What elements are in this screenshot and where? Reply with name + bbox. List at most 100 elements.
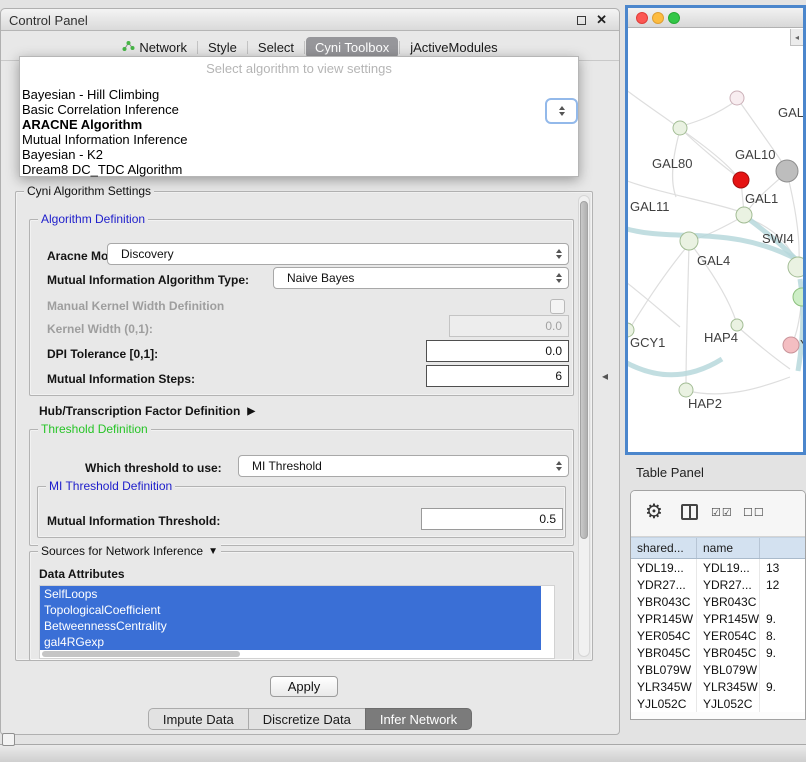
network-node[interactable] — [673, 121, 687, 135]
table-cell[interactable]: YER054C — [697, 627, 760, 644]
table-cell[interactable]: 8. — [760, 627, 806, 644]
algorithm-option[interactable]: ARACNE Algorithm — [20, 117, 578, 132]
table-cell[interactable]: YDL19... — [697, 559, 760, 576]
attribute-item[interactable]: BetweennessCentrality — [40, 618, 541, 634]
algorithm-option[interactable]: Dream8 DC_TDC Algorithm — [20, 162, 578, 177]
table-row[interactable]: YDL19...YDL19...13 — [631, 559, 805, 576]
which-threshold-combobox[interactable]: MI Threshold — [238, 455, 569, 477]
column-header[interactable]: shared... — [631, 538, 697, 558]
table-cell[interactable]: 12 — [760, 576, 806, 593]
network-node[interactable] — [776, 160, 798, 182]
close-traffic-light[interactable] — [636, 12, 648, 24]
control-panel-titlebar[interactable]: Control Panel ✕ — [1, 9, 619, 31]
table-cell[interactable]: YLR345W — [697, 678, 760, 695]
kernel-width-field[interactable]: 0.0 — [449, 315, 569, 337]
table-cell[interactable]: YJL052C — [697, 695, 760, 712]
table-cell[interactable]: YBR043C — [631, 593, 697, 610]
settings-scrollbar[interactable] — [578, 195, 590, 657]
settings-gear-icon[interactable]: ⚙ — [645, 499, 663, 524]
table-row[interactable]: YPR145WYPR145W9. — [631, 610, 805, 627]
tab-style[interactable]: Style — [199, 37, 246, 58]
table-cell[interactable] — [760, 695, 806, 712]
network-node[interactable] — [733, 172, 749, 188]
table-cell[interactable]: 9. — [760, 644, 806, 661]
sources-group-title[interactable]: Sources for Network Inference ▼ — [38, 544, 221, 559]
column-header[interactable]: name — [697, 538, 760, 558]
attribute-item[interactable]: gal4RGexp — [40, 634, 541, 650]
manual-kernel-width-checkbox[interactable] — [550, 299, 565, 314]
network-window-titlebar[interactable] — [628, 8, 803, 28]
table-row[interactable]: YLR345WYLR345W9. — [631, 678, 805, 695]
network-node[interactable] — [730, 91, 744, 105]
table-cell[interactable]: YER054C — [631, 627, 697, 644]
table-cell[interactable]: YBR045C — [631, 644, 697, 661]
column-header[interactable] — [760, 538, 806, 558]
table-cell[interactable] — [760, 661, 806, 678]
panel-collapse-handle[interactable]: ◂ — [602, 369, 608, 383]
table-row[interactable]: YJL052CYJL052C — [631, 695, 805, 712]
table-row[interactable]: YDR27...YDR27...12 — [631, 576, 805, 593]
network-node[interactable] — [736, 207, 752, 223]
minimize-traffic-light[interactable] — [652, 12, 664, 24]
table-row[interactable]: YBL079WYBL079W — [631, 661, 805, 678]
table-cell[interactable]: YPR145W — [631, 610, 697, 627]
mi-threshold-field[interactable]: 0.5 — [421, 508, 563, 530]
tab-jactivemodules[interactable]: jActiveModules — [401, 37, 506, 58]
bottom-tab-impute-data[interactable]: Impute Data — [148, 708, 249, 730]
attribute-item[interactable]: TopologicalCoefficient — [40, 602, 541, 618]
dpi-tolerance-field[interactable]: 0.0 — [426, 340, 569, 362]
network-canvas[interactable]: GAL7GAL80GAL10GAL11GAL1SWI4GAL4GCY1HAP4H… — [628, 29, 803, 452]
table-cell[interactable]: YBL079W — [631, 661, 697, 678]
show-panel-icon[interactable] — [2, 733, 15, 746]
network-node[interactable] — [783, 337, 799, 353]
algorithm-option[interactable]: Bayesian - K2 — [20, 147, 578, 162]
tab-network[interactable]: Network — [113, 37, 196, 58]
network-node[interactable] — [679, 383, 693, 397]
algorithm-option[interactable]: Bayesian - Hill Climbing — [20, 87, 578, 102]
network-node[interactable] — [793, 288, 803, 306]
aracne-mode-combobox[interactable]: Discovery — [107, 243, 569, 265]
horizontal-scrollbar-thumb[interactable] — [42, 651, 240, 657]
table-cell[interactable]: YDR27... — [631, 576, 697, 593]
table-cell[interactable]: YBR045C — [697, 644, 760, 661]
close-icon[interactable]: ✕ — [596, 12, 607, 28]
table-cell[interactable]: YDL19... — [631, 559, 697, 576]
network-node[interactable] — [680, 232, 698, 250]
table-row[interactable]: YBR045CYBR045C9. — [631, 644, 805, 661]
scrollbar-corner[interactable]: ◂ — [790, 29, 803, 46]
tab-label: Network — [139, 40, 187, 55]
table-cell[interactable]: YDR27... — [697, 576, 760, 593]
mi-steps-field[interactable]: 6 — [426, 365, 569, 387]
network-node[interactable] — [788, 257, 803, 277]
bottom-tab-infer-network[interactable]: Infer Network — [365, 708, 472, 730]
table-cell[interactable]: YLR345W — [631, 678, 697, 695]
hub-transcription-factor-section[interactable]: Hub/Transcription Factor Definition ▶ — [39, 404, 255, 418]
algorithm-option[interactable]: Mutual Information Inference — [20, 132, 578, 147]
attribute-item[interactable]: SelfLoops — [40, 586, 541, 602]
mi-algorithm-type-combobox[interactable]: Naive Bayes — [273, 267, 569, 289]
tab-select[interactable]: Select — [249, 37, 303, 58]
algorithm-option[interactable]: Basic Correlation Inference — [20, 102, 578, 117]
bottom-tab-discretize-data[interactable]: Discretize Data — [248, 708, 366, 730]
data-attributes-list[interactable]: SelfLoopsTopologicalCoefficientBetweenne… — [39, 585, 555, 659]
table-cell[interactable]: YPR145W — [697, 610, 760, 627]
settings-scrollbar-thumb[interactable] — [580, 201, 588, 539]
zoom-traffic-light[interactable] — [668, 12, 680, 24]
float-window-icon[interactable] — [577, 16, 586, 25]
table-cell[interactable]: 9. — [760, 678, 806, 695]
tab-cyni-toolbox[interactable]: Cyni Toolbox — [306, 37, 398, 58]
algorithm-combobox-fragment[interactable] — [545, 98, 578, 124]
deselect-all-checkboxes-icon[interactable]: ☐☐ — [743, 506, 765, 519]
apply-button[interactable]: Apply — [270, 676, 338, 697]
table-cell[interactable]: 9. — [760, 610, 806, 627]
table-row[interactable]: YER054CYER054C8. — [631, 627, 805, 644]
table-cell[interactable]: YBL079W — [697, 661, 760, 678]
table-cell[interactable] — [760, 593, 806, 610]
aracne-mode-value: Discovery — [121, 247, 174, 261]
select-all-checkboxes-icon[interactable]: ☑☑ — [711, 506, 733, 519]
table-cell[interactable]: YBR043C — [697, 593, 760, 610]
table-cell[interactable]: YJL052C — [631, 695, 697, 712]
column-layout-icon[interactable] — [681, 504, 698, 520]
table-row[interactable]: YBR043CYBR043C — [631, 593, 805, 610]
table-cell[interactable]: 13 — [760, 559, 806, 576]
